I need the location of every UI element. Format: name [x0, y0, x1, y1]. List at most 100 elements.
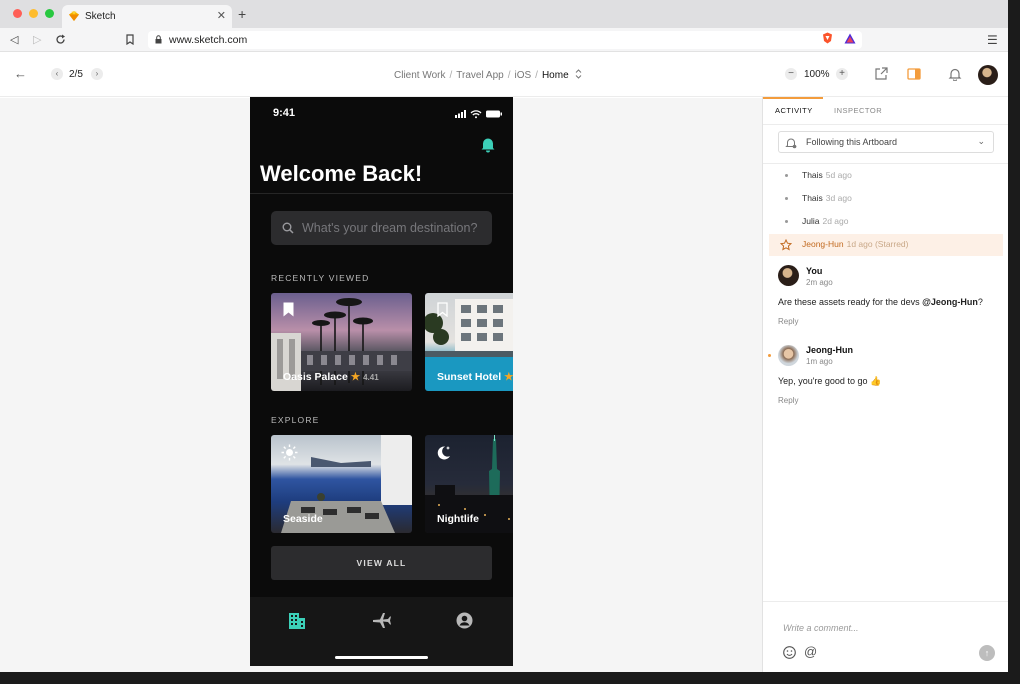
status-bar-icons	[455, 110, 502, 119]
view-all-button[interactable]: VIEW ALL	[271, 546, 492, 580]
activity-item[interactable]: Thais 3d ago	[769, 188, 1003, 210]
comment-author: Jeong-Hun	[806, 345, 853, 355]
next-artboard-button[interactable]: ›	[91, 68, 103, 80]
comment-text-part: Are these assets ready for the devs	[778, 297, 923, 307]
mention-icon[interactable]: @	[804, 644, 817, 659]
card-rating: 4.41	[363, 373, 379, 382]
comment-time: 2m ago	[806, 278, 833, 287]
search-placeholder: What's your dream destination?	[302, 221, 478, 235]
activity-entry: Thais 3d ago	[802, 193, 852, 203]
sun-icon	[281, 444, 298, 461]
user-avatar[interactable]	[978, 65, 998, 85]
comment-text: Yep, you're good to go 👍	[778, 376, 882, 386]
iphone-artboard[interactable]: 9:41 Welcome Back! What's your dream des…	[250, 97, 513, 666]
breadcrumb-item[interactable]: Travel App	[456, 70, 503, 81]
plane-icon[interactable]	[372, 612, 391, 630]
maximize-window-button[interactable]	[45, 9, 54, 18]
comment-mention[interactable]: @Jeong-Hun	[922, 297, 978, 307]
reload-icon[interactable]	[55, 34, 66, 45]
active-tab-underline	[763, 97, 823, 99]
zoom-in-button[interactable]: +	[836, 68, 848, 80]
follow-artboard-select[interactable]: Following this Artboard ⌄	[778, 131, 994, 153]
section-divider	[763, 163, 1008, 164]
signal-icon	[455, 110, 466, 118]
activity-dot	[785, 220, 788, 223]
close-window-button[interactable]	[13, 9, 22, 18]
bookmark-filled-icon[interactable]	[283, 302, 294, 317]
explore-card-seaside[interactable]: Seaside	[271, 435, 412, 533]
activity-item-starred[interactable]: Jeong-Hun 1d ago (Starred)	[769, 234, 1003, 256]
activity-entry: Julia 2d ago	[802, 216, 848, 226]
zoom-level: 100%	[804, 69, 830, 80]
welcome-heading: Welcome Back!	[260, 161, 423, 186]
app-toolbar: ← ‹ 2/5 › Client Work / Travel App / iOS / Hom…	[0, 52, 1008, 97]
card-title-wrap: Sunset Hotel ★	[437, 371, 513, 383]
url-text: www.sketch.com	[169, 34, 248, 46]
activity-item[interactable]: Thais 5d ago	[769, 165, 1003, 187]
back-arrow-icon[interactable]: ←	[14, 66, 27, 81]
url-field[interactable]: www.sketch.com	[148, 31, 862, 49]
browser-tab[interactable]: Sketch ✕	[62, 5, 232, 28]
follow-label: Following this Artboard	[806, 137, 898, 147]
activity-name: Thais	[802, 193, 823, 203]
profile-icon[interactable]	[456, 612, 473, 629]
reply-link[interactable]: Reply	[778, 396, 798, 405]
comment-avatar	[778, 265, 799, 286]
activity-time: 3d ago	[825, 193, 852, 203]
send-arrow-icon[interactable]: ↑	[979, 645, 995, 661]
chevron-down-icon: ⌄	[977, 136, 985, 146]
star-outline-icon	[780, 239, 792, 251]
hotel-icon[interactable]	[287, 612, 307, 630]
tab-activity[interactable]: ACTIVITY	[775, 106, 813, 115]
breadcrumb-separator: /	[535, 70, 538, 81]
brave-shield-icon[interactable]	[822, 32, 833, 44]
comment-avatar	[778, 345, 799, 366]
reply-link[interactable]: Reply	[778, 317, 798, 326]
tab-inspector[interactable]: INSPECTOR	[834, 106, 882, 115]
chevron-updown-icon[interactable]	[575, 69, 582, 79]
activity-entry: Thais 5d ago	[802, 170, 852, 180]
card-title: Sunset Hotel	[437, 371, 502, 383]
activity-name: Thais	[802, 170, 823, 180]
sidebar-toggle-icon[interactable]	[907, 67, 921, 81]
new-tab-icon[interactable]: +	[238, 6, 246, 22]
tab-title: Sketch	[85, 11, 116, 22]
breadcrumb-current[interactable]: Home	[542, 70, 569, 81]
share-icon[interactable]	[874, 67, 888, 81]
unread-dot	[768, 354, 771, 357]
close-tab-icon[interactable]: ✕	[217, 9, 226, 22]
emoji-icon[interactable]	[783, 646, 796, 659]
browser-forward-icon[interactable]: ▷	[33, 33, 41, 46]
browser-menu-icon[interactable]: ☰	[987, 33, 998, 47]
bell-icon[interactable]	[480, 136, 496, 153]
recent-card-oasis-palace[interactable]: Oasis Palace ★ 4.41	[271, 293, 412, 391]
recent-card-sunset-hotel[interactable]: Sunset Hotel ★	[425, 293, 513, 391]
star-icon: ★	[350, 371, 361, 383]
activity-item[interactable]: Julia 2d ago	[769, 211, 1003, 233]
comment-input[interactable]: Write a comment...	[783, 623, 859, 633]
browser-back-icon[interactable]: ◁	[10, 33, 18, 46]
brave-rewards-icon[interactable]	[844, 33, 856, 44]
destination-search-input[interactable]: What's your dream destination?	[271, 211, 492, 245]
bottom-tab-bar	[250, 597, 513, 666]
activity-dot	[785, 197, 788, 200]
bookmark-outline-icon[interactable]	[437, 302, 448, 317]
notifications-bell-icon[interactable]	[948, 67, 962, 81]
breadcrumb-separator: /	[507, 70, 511, 81]
comment-time: 1m ago	[806, 357, 833, 366]
moon-icon	[437, 446, 450, 460]
explore-card-nightlife[interactable]: Nightlife	[425, 435, 513, 533]
breadcrumb-item[interactable]: Client Work	[394, 70, 446, 81]
bookmark-icon[interactable]	[126, 34, 134, 45]
breadcrumb-item[interactable]: iOS	[515, 70, 532, 81]
window-controls	[13, 9, 54, 18]
comment-composer: Write a comment... @ ↑	[763, 601, 1008, 672]
card-title: Nightlife	[437, 513, 479, 525]
status-bar-time: 9:41	[273, 107, 296, 119]
prev-artboard-button[interactable]: ‹	[51, 68, 63, 80]
activity-time: 1d ago (Starred)	[846, 239, 909, 249]
battery-icon	[486, 110, 502, 118]
minimize-window-button[interactable]	[29, 9, 38, 18]
search-icon	[282, 222, 294, 234]
zoom-out-button[interactable]: −	[785, 68, 797, 80]
